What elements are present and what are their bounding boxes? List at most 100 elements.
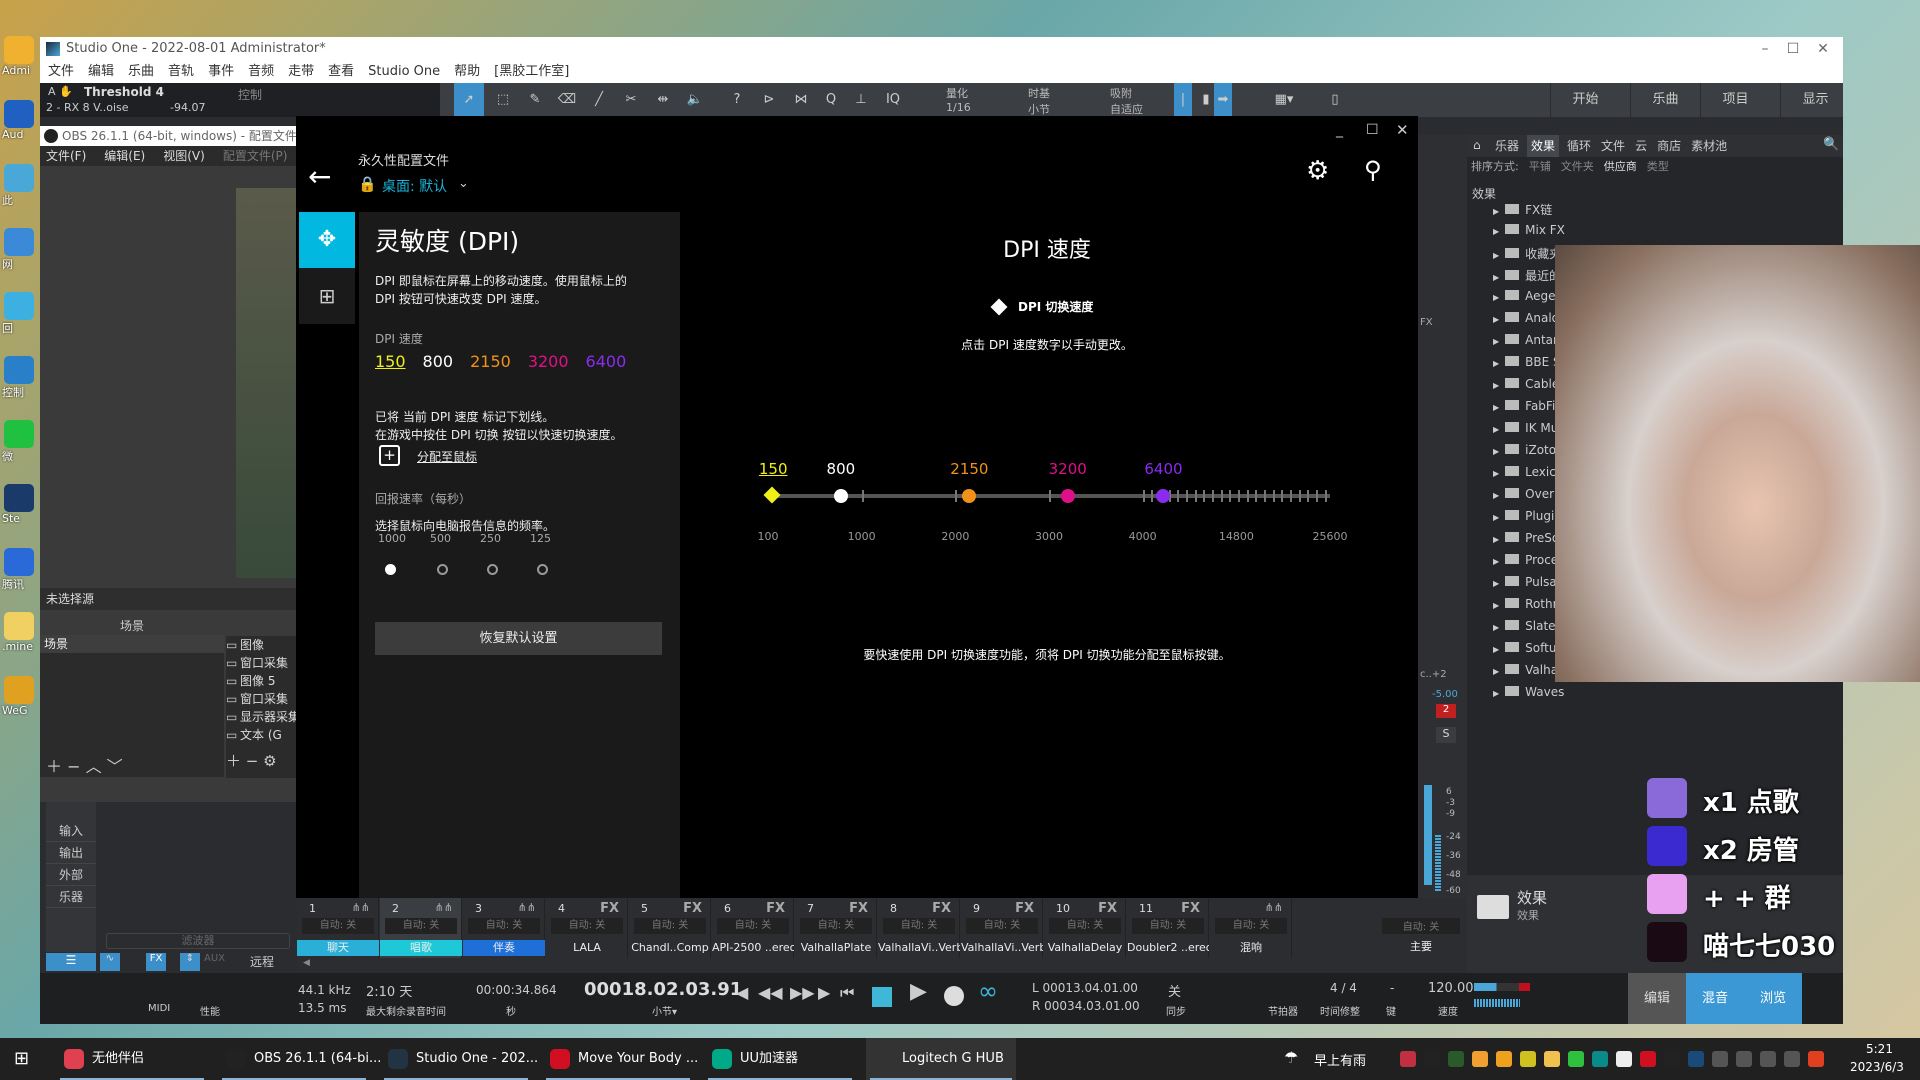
fx-label[interactable]: FX	[1181, 901, 1200, 916]
expand-arrow-icon[interactable]: ▶	[1493, 403, 1499, 412]
channel-name[interactable]: 唱歌	[380, 940, 462, 956]
tray-icon[interactable]	[1664, 1051, 1680, 1067]
profile-selector[interactable]: 桌面: 默认	[382, 176, 447, 196]
tree-item[interactable]: ▶ Waves	[1493, 685, 1564, 699]
remote-tab[interactable]: 远程	[250, 953, 274, 970]
channel-name[interactable]: 伴奏	[463, 940, 545, 956]
key-value[interactable]: -	[1390, 981, 1394, 995]
source-item[interactable]: ▭ 文本 (G	[226, 726, 296, 744]
channel-name[interactable]: Doubler2 ..ereo	[1127, 940, 1209, 956]
dpi-handle-150[interactable]	[763, 486, 781, 504]
source-item[interactable]: ▭ 显示器采集	[226, 708, 296, 726]
solo-button[interactable]: S	[1436, 727, 1456, 743]
plugin-name[interactable]: Threshold 4	[84, 85, 164, 99]
assign-tab-icon[interactable]: ⊞	[299, 268, 355, 324]
tree-item[interactable]: ▶ 收藏夹	[1493, 245, 1561, 262]
loop-left-value[interactable]: 00013.04.01.00	[1043, 981, 1138, 995]
browser-tab-0[interactable]: 乐器	[1493, 135, 1521, 157]
page-button-0[interactable]: 开始	[1550, 83, 1620, 117]
rewind-start-icon[interactable]: ◀	[736, 983, 748, 1002]
expand-arrow-icon[interactable]: ▶	[1493, 315, 1499, 324]
scene-controls[interactable]: ＋ − ︿ ﹀	[46, 753, 123, 777]
taskbar-item[interactable]: OBS 26.1.1 (64-bi...	[218, 1038, 381, 1080]
fx-label[interactable]: FX	[1015, 901, 1034, 916]
menu-item[interactable]: [黑胶工作室]	[494, 61, 569, 83]
tray-icon[interactable]	[1640, 1051, 1656, 1067]
forward-end-icon[interactable]: ▶	[818, 983, 830, 1002]
obs-menu-item[interactable]: 视图(V)	[163, 146, 205, 166]
waveform-icon[interactable]: ∿	[100, 953, 120, 971]
pan-value[interactable]: c..+2	[1420, 669, 1447, 680]
tray-icon[interactable]	[1424, 1051, 1440, 1067]
dpi-handle-6400[interactable]	[1156, 489, 1171, 503]
rewind-icon[interactable]: ◀◀	[758, 983, 783, 1002]
search-icon[interactable]: 🔍	[1823, 137, 1839, 152]
tray-icon[interactable]	[1688, 1051, 1704, 1067]
channel-name[interactable]: ValhallaVi..Verb	[878, 940, 960, 956]
rate-radio[interactable]	[487, 564, 498, 575]
time-seconds[interactable]: 00:00:34.864	[476, 983, 557, 997]
obs-menu-item[interactable]: 配置文件(P)	[223, 146, 288, 166]
taskbar-item[interactable]: Move Your Body ...	[542, 1038, 698, 1080]
expand-arrow-icon[interactable]: ▶	[1493, 447, 1499, 456]
play-button[interactable]: ▶	[910, 979, 927, 1004]
tree-item[interactable]: ▶ iZotop	[1493, 443, 1564, 457]
taskbar-item[interactable]: Logitech G HUB	[866, 1038, 1016, 1080]
dpi-handle-2150[interactable]	[962, 489, 977, 503]
sends-icon[interactable]: ⇕	[180, 953, 200, 971]
timebase-select[interactable]: 小节	[1028, 101, 1050, 117]
expand-arrow-icon[interactable]: ▶	[1493, 469, 1499, 478]
expand-arrow-icon[interactable]: ▶	[1493, 601, 1499, 610]
dpi-label-3200[interactable]: 3200	[1049, 460, 1087, 478]
tray-icon[interactable]	[1496, 1051, 1512, 1067]
mixer-channel[interactable]: 10 FX 自动: 关 ValhallaDelay	[1044, 898, 1126, 958]
browser-tab-1[interactable]: 效果	[1527, 135, 1560, 157]
channel-name[interactable]: ValhallaDelay	[1044, 940, 1126, 956]
expand-arrow-icon[interactable]: ▶	[1493, 425, 1499, 434]
desktop-icon[interactable]	[4, 484, 34, 512]
tray-icon[interactable]	[1784, 1051, 1800, 1067]
quantize-select[interactable]: 1/16	[946, 101, 971, 114]
browser-tab-6[interactable]: 素材池	[1689, 135, 1729, 157]
nav-2[interactable]: 外部	[46, 864, 96, 886]
view-button-2[interactable]: 浏览	[1744, 973, 1802, 1024]
automation-mode[interactable]: 自动: 关	[551, 918, 623, 934]
tray-icon[interactable]	[1592, 1051, 1608, 1067]
help-icon[interactable]: ?	[722, 83, 752, 117]
mixer-channel[interactable]: 8 FX 自动: 关 ValhallaVi..Verb	[878, 898, 960, 958]
video-icon[interactable]: ▯	[1325, 83, 1345, 117]
eraser-tool-icon[interactable]: ⌫	[552, 83, 582, 117]
page-button-2[interactable]: 项目	[1700, 83, 1770, 117]
fx-tab[interactable]: FX	[146, 953, 166, 971]
arrow-tool-icon[interactable]: ➚	[454, 83, 484, 117]
menu-item[interactable]: 走带	[288, 61, 314, 83]
mixer-channel[interactable]: 3 ⋔⋔ 自动: 关伴奏	[463, 898, 545, 958]
tree-item[interactable]: ▶ Pulsar	[1493, 575, 1562, 589]
automation-mode[interactable]: 自动: 关	[302, 918, 374, 934]
weather-text[interactable]: 早上有雨	[1314, 1050, 1366, 1069]
tree-item[interactable]: ▶ FX链	[1493, 201, 1552, 218]
automation-mode[interactable]: 自动: 关	[468, 918, 540, 934]
range-tool-icon[interactable]: ⬚	[488, 83, 518, 117]
channel-name[interactable]: 混响	[1210, 940, 1292, 956]
view-button-1[interactable]: 混音	[1686, 973, 1744, 1024]
menu-item[interactable]: 编辑	[88, 61, 114, 83]
nav-1[interactable]: 输出	[46, 842, 96, 864]
filter-input[interactable]: 滤波器	[106, 933, 290, 949]
expand-arrow-icon[interactable]: ▶	[1493, 491, 1499, 500]
add-icon[interactable]: +	[379, 445, 400, 466]
desktop-icon[interactable]	[4, 36, 34, 64]
dpi-label-800[interactable]: 800	[827, 460, 856, 478]
channel-name[interactable]: ValhallaVi..Verb	[961, 940, 1043, 956]
automation-mode[interactable]: 自动: 关	[1049, 918, 1121, 934]
back-arrow-icon[interactable]: ←	[308, 160, 331, 193]
desktop-icon[interactable]	[4, 356, 34, 384]
mixer-channel[interactable]: 4 FX 自动: 关 LALA	[546, 898, 628, 958]
mixer-channel[interactable]: 6 FX 自动: 关 API-2500 ..ereo	[712, 898, 794, 958]
dpi-handle-800[interactable]	[833, 489, 848, 503]
source-item[interactable]: ▭ 图像	[226, 636, 296, 654]
record-button[interactable]	[944, 986, 964, 1006]
metronome-label[interactable]: 节拍器	[1268, 1003, 1298, 1018]
channel-name[interactable]: LALA	[546, 940, 628, 956]
desktop-icon[interactable]	[4, 228, 34, 256]
